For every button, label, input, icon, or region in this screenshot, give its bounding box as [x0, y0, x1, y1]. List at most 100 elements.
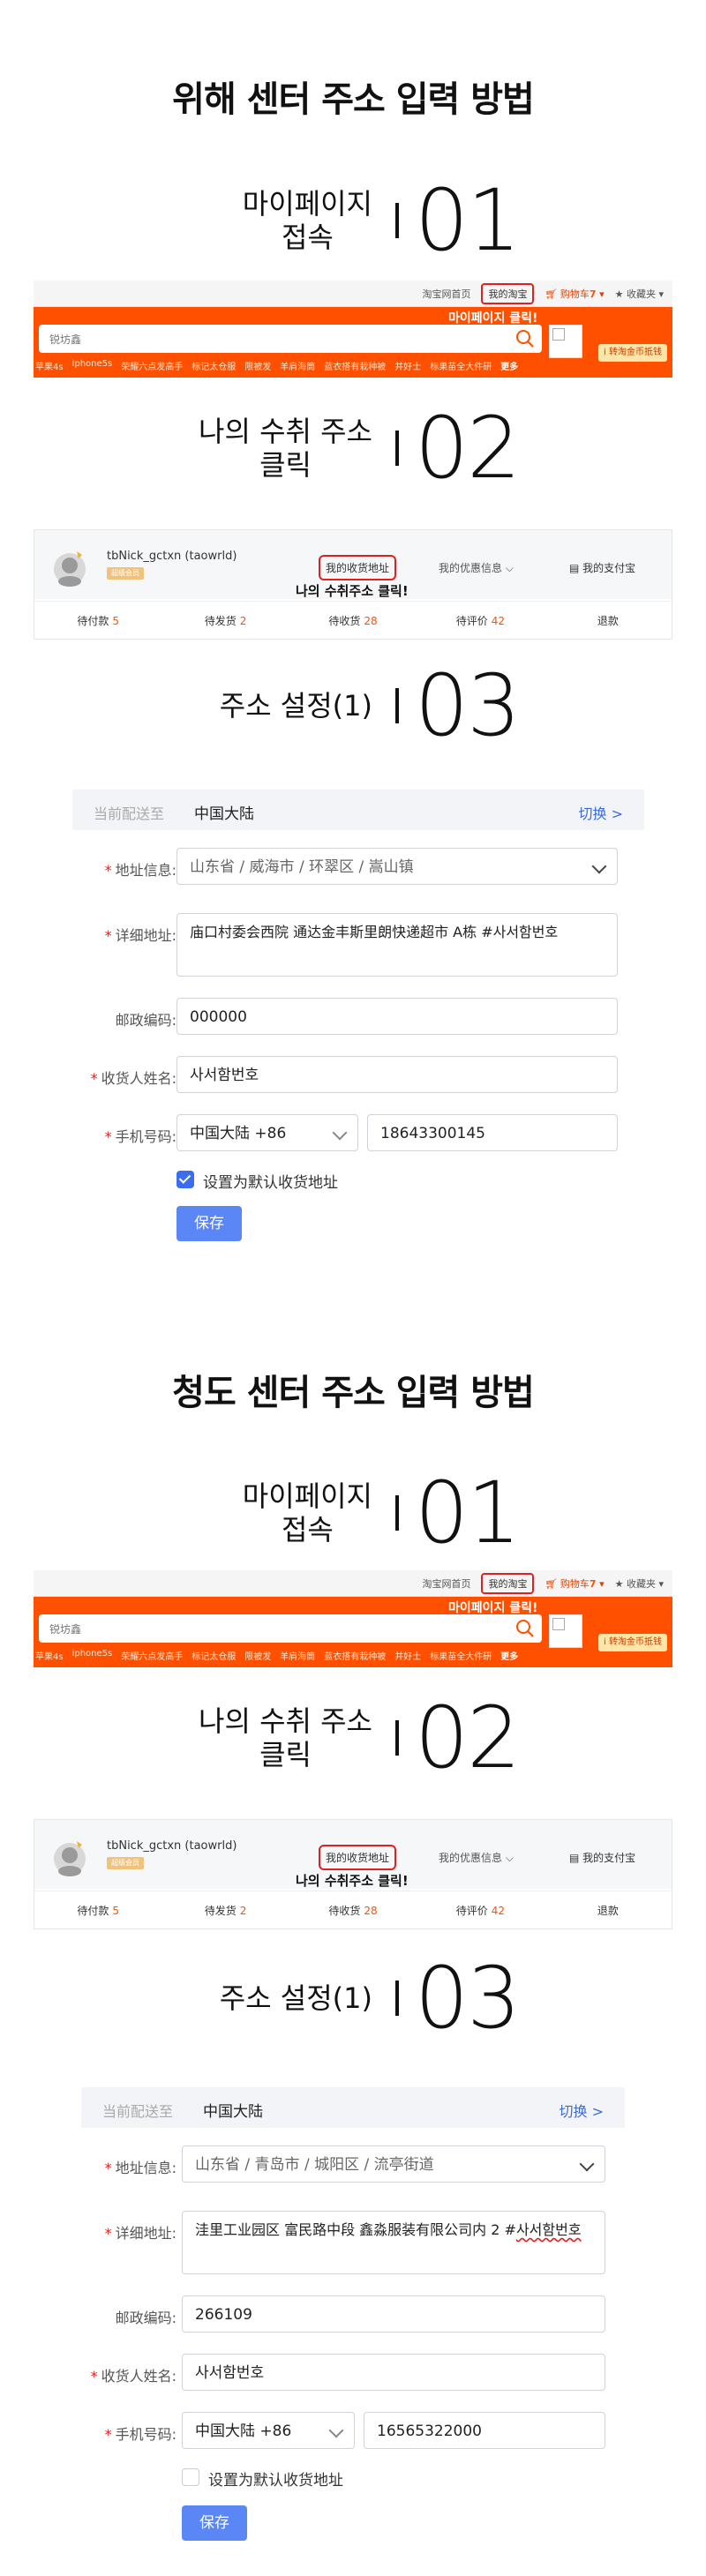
delivery-value: 中国大陆	[203, 2103, 263, 2121]
category-link[interactable]: 标记太仓服	[192, 1649, 236, 1662]
tab-pending-shipment[interactable]: 待发货 2	[161, 1891, 289, 1929]
detail-address-textarea[interactable]: 庙口村委会西院 通达金丰斯里朗快递超市 A栋 #사서함번호	[176, 913, 618, 977]
alipay-label: 我的支付宝	[582, 1852, 636, 1864]
category-link[interactable]: 蓝衣搭有栽种被	[324, 359, 386, 372]
phone-region-select[interactable]: 中国大陆 +86	[176, 1114, 358, 1151]
image-placeholder-icon	[549, 325, 582, 358]
switch-region-link[interactable]: 切换 >	[579, 802, 624, 823]
phone-input[interactable]: 16565322000	[364, 2412, 605, 2449]
cart-link[interactable]: 🛒︎ 购物车7 ▾	[545, 287, 604, 301]
tab-pending-review[interactable]: 待评价 42	[417, 1891, 544, 1929]
detail-address-label: * 详细地址:	[104, 927, 176, 944]
phone-input[interactable]: 18643300145	[367, 1114, 618, 1151]
coin-badge[interactable]: i 转淘金币抵钱	[598, 1634, 667, 1651]
category-link[interactable]: 并好士	[394, 359, 421, 372]
tab-label: 待发货	[204, 615, 237, 627]
default-address-checkbox[interactable]	[182, 2468, 199, 2486]
avatar[interactable]	[50, 1838, 89, 1876]
category-link[interactable]: 限被发	[244, 359, 271, 372]
zip-input[interactable]: 266109	[182, 2295, 605, 2333]
avatar[interactable]	[50, 548, 89, 587]
recipient-name-input[interactable]: 사서함번호	[176, 1056, 618, 1093]
category-more-link[interactable]: 更多	[500, 1649, 518, 1662]
home-link[interactable]: 淘宝网首页	[422, 1576, 470, 1591]
detail-address-textarea[interactable]: 洼里工业园区 富民路中段 鑫淼服装有限公司内 2 #사서함번호	[182, 2211, 605, 2274]
step-number: 02	[415, 1689, 521, 1787]
favorites-link[interactable]: ★ 收藏夹 ▾	[615, 1576, 664, 1591]
my-address-link[interactable]: 我的收货地址	[319, 1845, 397, 1870]
coupon-link[interactable]: 我的优惠信息 ⌵	[439, 560, 514, 575]
favorites-link[interactable]: ★ 收藏夹 ▾	[615, 287, 664, 301]
category-link[interactable]: 并好士	[394, 1649, 421, 1662]
step-label-line: 마이페이지	[242, 187, 372, 221]
coin-badge[interactable]: i 转淘金币抵钱	[598, 344, 667, 362]
username: tbNick_gctxn (taowrld)	[107, 550, 237, 563]
search-icon[interactable]	[515, 329, 535, 348]
step-label-line: 주소 설정(1)	[219, 1981, 372, 2015]
category-links: 苹果4s iphone5s 荣耀六点发高手 标记太仓服 限被发 羊肩海筒 蓝衣搭…	[35, 359, 518, 372]
default-address-checkbox[interactable]	[176, 1171, 194, 1188]
category-link[interactable]: 荣耀六点发高手	[121, 359, 183, 372]
step-divider	[395, 1981, 399, 2016]
step-label-line: 접속	[281, 221, 334, 254]
alipay-link[interactable]: ▤ 我的支付宝	[569, 1850, 635, 1865]
tab-count: 5	[112, 615, 120, 627]
tab-refund[interactable]: 退款	[545, 602, 672, 640]
category-link[interactable]: iphone5s	[72, 1649, 113, 1662]
tab-count: 42	[491, 615, 506, 627]
tab-refund[interactable]: 退款	[545, 1891, 672, 1929]
category-links: 苹果4s iphone5s 荣耀六点发高手 标记太仓服 限被发 羊肩海筒 蓝衣搭…	[35, 1649, 518, 1662]
tab-pending-receipt[interactable]: 待收货 28	[289, 1891, 417, 1929]
category-link[interactable]: 标果苗全大件研	[430, 359, 492, 372]
category-link[interactable]: 苹果4s	[35, 359, 64, 372]
search-icon[interactable]	[515, 1619, 535, 1638]
category-link[interactable]: 羊肩海筒	[280, 359, 315, 372]
category-link[interactable]: 限被发	[244, 1649, 271, 1662]
step-label: 나의 수취 주소 클릭	[199, 1704, 372, 1771]
category-link[interactable]: 苹果4s	[35, 1649, 64, 1662]
zip-input[interactable]: 000000	[176, 998, 618, 1035]
search-input[interactable]: 锐坊鑫	[39, 1614, 542, 1643]
chevron-down-icon: ⌵	[505, 562, 514, 574]
recipient-name-input[interactable]: 사서함번호	[182, 2354, 605, 2391]
category-link[interactable]: 标记太仓服	[192, 359, 236, 372]
tab-pending-shipment[interactable]: 待发货 2	[161, 602, 289, 640]
phone-region-select[interactable]: 中国大陆 +86	[182, 2412, 355, 2449]
tab-pending-payment[interactable]: 待付款 5	[34, 602, 161, 640]
coupon-link[interactable]: 我的优惠信息 ⌵	[439, 1850, 514, 1865]
tab-pending-review[interactable]: 待评价 42	[417, 602, 544, 640]
step-number: 01	[415, 1464, 521, 1562]
save-button[interactable]: 保存	[176, 1206, 242, 1241]
home-link[interactable]: 淘宝网首页	[422, 287, 470, 301]
category-link[interactable]: 标果苗全大件研	[430, 1649, 492, 1662]
recipient-name-label: * 收货人姓名:	[90, 1070, 176, 1087]
address-value: 山东省 / 青岛市 / 城阳区 / 流亭街道	[195, 2156, 434, 2174]
address-select[interactable]: 山东省 / 威海市 / 环翠区 / 嵩山镇	[176, 848, 618, 885]
step-label-line: 나의 수취 주소	[199, 415, 372, 448]
category-link[interactable]: 荣耀六点发高手	[121, 1649, 183, 1662]
tab-pending-receipt[interactable]: 待收货 28	[289, 602, 417, 640]
cart-link[interactable]: 🛒︎ 购物车7 ▾	[545, 1576, 604, 1591]
detail-address-label: * 详细地址:	[104, 2225, 176, 2242]
address-select[interactable]: 山东省 / 青岛市 / 城阳区 / 流亭街道	[182, 2145, 605, 2183]
category-link[interactable]: 蓝衣搭有栽种被	[324, 1649, 386, 1662]
my-address-link[interactable]: 我的收货地址	[319, 555, 397, 580]
my-taobao-header: tbNick_gctxn (taowrld) 超级会员 我的收货地址 我的优惠信…	[34, 530, 672, 599]
category-more-link[interactable]: 更多	[500, 359, 518, 372]
cart-count: 7	[589, 288, 597, 300]
category-link[interactable]: iphone5s	[72, 359, 113, 372]
my-taobao-link[interactable]: 我的淘宝	[481, 283, 535, 304]
delivery-label: 当前配送至	[102, 2103, 174, 2120]
category-link[interactable]: 羊肩海筒	[280, 1649, 315, 1662]
delivery-region-bar: 当前配送至 中国大陆 切换 >	[72, 790, 644, 830]
save-button[interactable]: 保存	[182, 2505, 247, 2541]
annotation-text: 마이페이지 클릭!	[448, 1601, 538, 1615]
tab-pending-payment[interactable]: 待付款 5	[34, 1891, 161, 1929]
phone-label: * 手机号码:	[104, 1128, 176, 1145]
chevron-down-icon	[328, 2422, 344, 2438]
switch-region-link[interactable]: 切换 >	[560, 2100, 605, 2121]
search-input[interactable]: 锐坊鑫	[39, 325, 542, 353]
alipay-icon: ▤	[569, 562, 580, 574]
my-taobao-link[interactable]: 我的淘宝	[481, 1573, 535, 1594]
alipay-link[interactable]: ▤ 我的支付宝	[569, 560, 635, 575]
